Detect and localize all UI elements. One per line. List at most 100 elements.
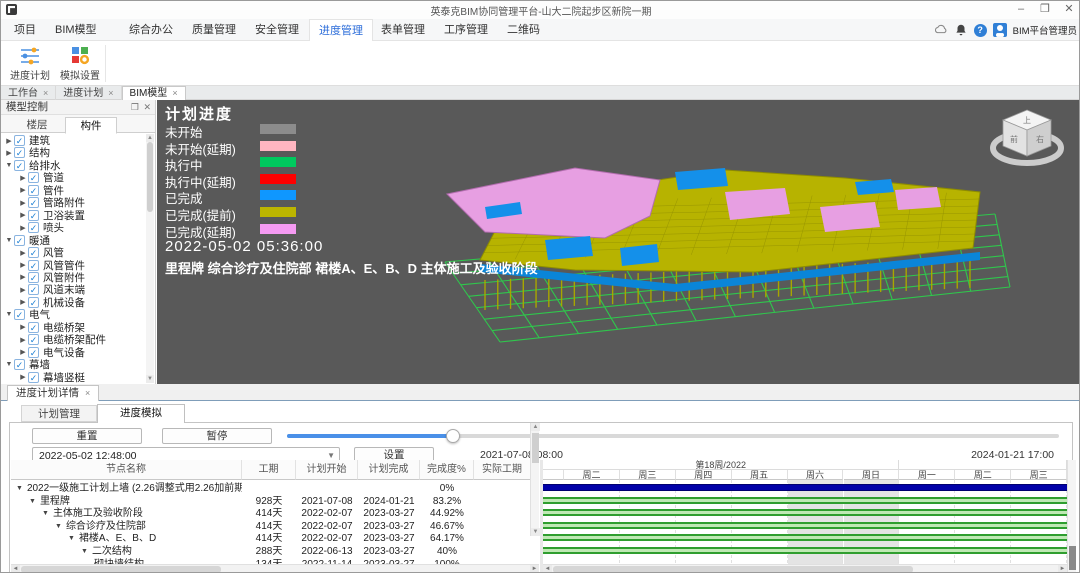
tree-expand-icon[interactable]: ▶ [18, 186, 28, 194]
menu-item-3[interactable]: 综合办公 [120, 19, 182, 41]
close-icon[interactable]: × [43, 87, 48, 100]
scroll-left-icon[interactable]: ◄ [11, 565, 20, 573]
user-name[interactable]: BIM平台管理员 [1013, 23, 1077, 37]
row-expand-icon[interactable]: ▼ [42, 507, 49, 520]
scroll-right-icon[interactable]: ► [1058, 565, 1067, 573]
menu-item-6[interactable]: 进度管理 [309, 19, 373, 41]
checkbox-checked-icon[interactable]: ✓ [28, 210, 39, 221]
tree-expand-icon[interactable]: ▶ [18, 211, 28, 219]
checkbox-checked-icon[interactable]: ✓ [28, 322, 39, 333]
menu-item-2[interactable]: BIM模型 [46, 19, 106, 41]
scroll-up-icon[interactable]: ▲ [531, 423, 540, 431]
row-expand-icon[interactable]: ▼ [55, 520, 62, 533]
scroll-left-icon[interactable]: ◄ [543, 565, 552, 573]
checkbox-checked-icon[interactable]: ✓ [28, 197, 39, 208]
tree-expand-icon[interactable]: ▶ [18, 249, 28, 257]
tab-plan-management[interactable]: 计划管理 [21, 405, 97, 422]
3d-viewport[interactable]: 计划进度 未开始未开始(延期)执行中执行中(延期)已完成已完成(提前)已完成(延… [157, 100, 1080, 384]
doc-tab-3[interactable]: BIM模型× [122, 86, 186, 100]
tree-expand-icon[interactable]: ▼ [4, 237, 14, 244]
view-cube[interactable]: 上 前 右 [985, 104, 1069, 170]
close-button[interactable]: ✕ [1057, 1, 1080, 18]
tree-item[interactable]: ▼✓给排水 [1, 159, 147, 172]
tree-expand-icon[interactable]: ▼ [4, 162, 14, 169]
simulation-settings-button[interactable]: 模拟设置 [57, 43, 103, 84]
table-row[interactable]: ▼裙楼A、E、B、D414天2022-02-072023-03-2764.17% [11, 532, 531, 545]
table-row[interactable]: ▼2022一级施工计划上墙 (2.26调整式用2.26加前期)0% [11, 482, 531, 495]
checkbox-checked-icon[interactable]: ✓ [28, 172, 39, 183]
scroll-down-icon[interactable]: ▼ [146, 375, 154, 383]
bell-icon[interactable] [954, 23, 968, 37]
tree-item[interactable]: ▼✓暖通 [1, 234, 147, 247]
tree-expand-icon[interactable]: ▶ [18, 348, 28, 356]
panel-tab-1[interactable]: 楼层 [11, 117, 63, 134]
panel-float-icon[interactable]: ❐ [131, 102, 139, 113]
scroll-down-icon[interactable]: ▼ [531, 528, 540, 536]
table-hscrollbar[interactable]: ◄ ► [11, 564, 539, 573]
tree-expand-icon[interactable]: ▶ [18, 261, 28, 269]
schedule-plan-button[interactable]: 进度计划 [7, 43, 53, 84]
close-icon[interactable]: × [85, 386, 90, 401]
checkbox-checked-icon[interactable]: ✓ [28, 222, 39, 233]
menu-item-9[interactable]: 二维码 [498, 19, 549, 41]
checkbox-checked-icon[interactable]: ✓ [28, 260, 39, 271]
menu-item-4[interactable]: 质量管理 [183, 19, 245, 41]
tree-expand-icon[interactable]: ▶ [4, 137, 14, 145]
time-slider[interactable] [287, 434, 1059, 438]
menu-item-7[interactable]: 表单管理 [372, 19, 434, 41]
checkbox-checked-icon[interactable]: ✓ [14, 235, 25, 246]
menu-item-8[interactable]: 工序管理 [435, 19, 497, 41]
row-expand-icon[interactable]: ▼ [81, 545, 88, 558]
tree-expand-icon[interactable]: ▶ [18, 298, 28, 306]
tree-item[interactable]: ▶✓卫浴装置 [1, 209, 147, 222]
reset-button[interactable]: 重置 [32, 428, 142, 444]
gantt-hscrollbar[interactable]: ◄ ► [543, 564, 1067, 573]
table-vscroll-thumb[interactable] [532, 433, 539, 463]
tree-item[interactable]: ▶✓管道 [1, 171, 147, 184]
tree-expand-icon[interactable]: ▶ [18, 174, 28, 182]
table-row[interactable]: ▼综合诊疗及住院部414天2022-02-072023-03-2746.67% [11, 520, 531, 533]
time-slider-handle[interactable] [446, 429, 460, 443]
tree-expand-icon[interactable]: ▼ [4, 361, 14, 368]
tree-item[interactable]: ▶✓喷头 [1, 221, 147, 234]
avatar[interactable] [993, 23, 1007, 37]
checkbox-checked-icon[interactable]: ✓ [14, 160, 25, 171]
building-model[interactable] [425, 152, 1035, 352]
panel-close-icon[interactable]: ✕ [143, 102, 151, 113]
table-row[interactable]: ▼主体施工及验收阶段414天2022-02-072023-03-2744.92% [11, 507, 531, 520]
table-hscroll-thumb[interactable] [21, 566, 221, 573]
row-expand-icon[interactable]: ▼ [68, 532, 75, 545]
tree-expand-icon[interactable]: ▶ [18, 273, 28, 281]
help-icon[interactable]: ? [974, 24, 987, 37]
tree-item-label[interactable]: 幕墙竖梃 [43, 370, 85, 384]
tree-expand-icon[interactable]: ▼ [4, 311, 14, 318]
checkbox-checked-icon[interactable]: ✓ [14, 359, 25, 370]
tree-expand-icon[interactable]: ▶ [18, 224, 28, 232]
tree-item[interactable]: ▶✓幕墙竖梃 [1, 371, 147, 384]
close-icon[interactable]: × [172, 87, 177, 100]
tree-item[interactable]: ▶✓结构 [1, 146, 147, 159]
scroll-right-icon[interactable]: ► [530, 565, 539, 573]
tree-item[interactable]: ▶✓电气设备 [1, 346, 147, 359]
checkbox-checked-icon[interactable]: ✓ [14, 135, 25, 146]
gantt-vscroll-thumb[interactable] [1069, 546, 1076, 570]
checkbox-checked-icon[interactable]: ✓ [14, 147, 25, 158]
minimize-button[interactable]: – [1009, 1, 1033, 18]
tree-expand-icon[interactable]: ▶ [18, 199, 28, 207]
gantt-vscrollbar[interactable] [1067, 460, 1076, 573]
menu-item-5[interactable]: 安全管理 [246, 19, 308, 41]
checkbox-checked-icon[interactable]: ✓ [28, 284, 39, 295]
maximize-button[interactable]: ❐ [1033, 1, 1057, 18]
checkbox-checked-icon[interactable]: ✓ [28, 247, 39, 258]
table-row[interactable]: ▼二次结构288天2022-06-132023-03-2740% [11, 545, 531, 558]
tab-progress-simulation[interactable]: 进度模拟 [97, 404, 185, 423]
doc-tab-2[interactable]: 进度计划× [56, 86, 121, 100]
checkbox-checked-icon[interactable]: ✓ [28, 372, 39, 383]
tree-item[interactable]: ▶✓机械设备 [1, 296, 147, 309]
close-icon[interactable]: × [108, 87, 113, 100]
row-expand-icon[interactable]: ▼ [29, 495, 36, 508]
table-row[interactable]: ▼里程牌928天2021-07-082024-01-2183.2% [11, 495, 531, 508]
scroll-up-icon[interactable]: ▲ [146, 134, 154, 142]
row-expand-icon[interactable]: ▼ [16, 482, 23, 495]
checkbox-checked-icon[interactable]: ✓ [28, 334, 39, 345]
